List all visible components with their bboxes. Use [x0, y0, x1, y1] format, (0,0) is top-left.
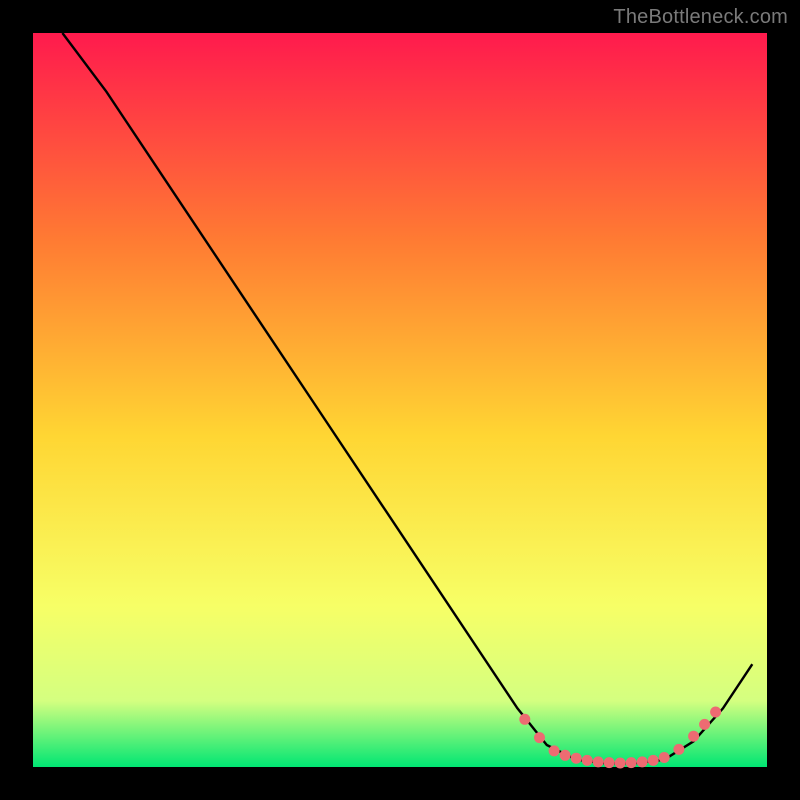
marker-dot: [626, 757, 637, 768]
chart-frame: TheBottleneck.com: [0, 0, 800, 800]
marker-dot: [582, 755, 593, 766]
marker-dot: [710, 707, 721, 718]
marker-dot: [549, 745, 560, 756]
marker-dot: [637, 756, 648, 767]
marker-dot: [571, 753, 582, 764]
marker-dot: [615, 758, 626, 769]
chart-svg: [0, 0, 800, 800]
marker-dot: [659, 752, 670, 763]
marker-dot: [673, 744, 684, 755]
marker-dot: [688, 731, 699, 742]
marker-dot: [699, 719, 710, 730]
plot-background: [33, 33, 767, 767]
marker-dot: [648, 755, 659, 766]
marker-dot: [604, 757, 615, 768]
marker-dot: [560, 750, 571, 761]
marker-dot: [593, 756, 604, 767]
marker-dot: [519, 714, 530, 725]
marker-dot: [534, 732, 545, 743]
